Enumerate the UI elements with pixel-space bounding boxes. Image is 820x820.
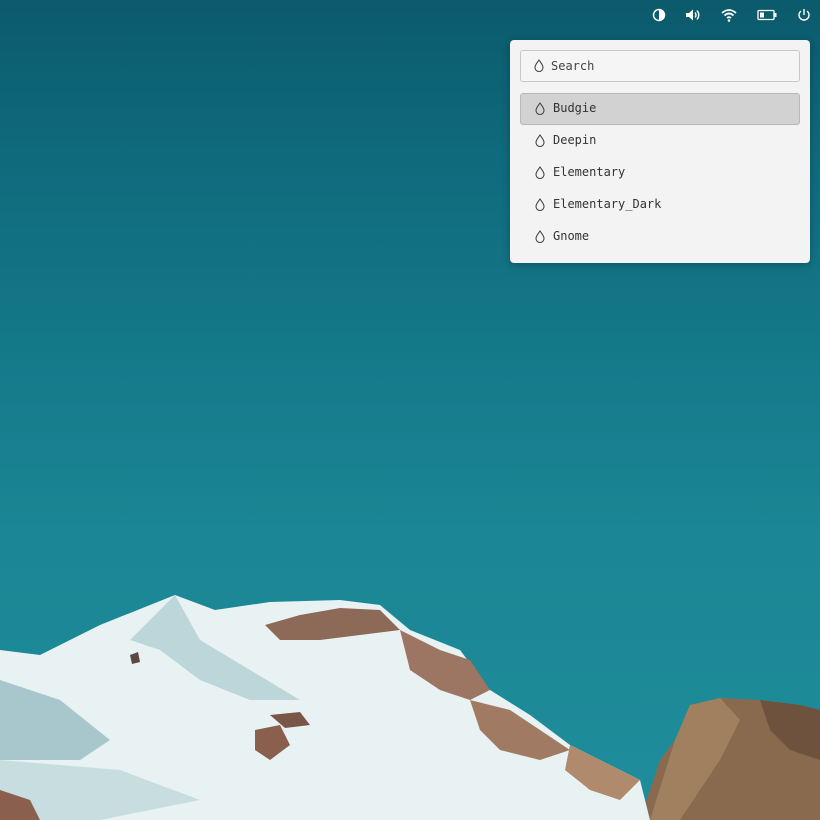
- system-tray: [0, 0, 820, 30]
- search-box[interactable]: [520, 50, 800, 82]
- list-item-budgie[interactable]: Budgie: [520, 93, 800, 125]
- list-item-label: Deepin: [553, 133, 597, 147]
- drop-icon: [534, 102, 546, 116]
- drop-icon: [534, 166, 546, 180]
- drop-icon: [534, 198, 546, 212]
- theme-list: Budgie Deepin Elementary Elementary_Dark…: [520, 93, 800, 253]
- volume-icon[interactable]: [685, 7, 701, 23]
- drop-icon: [533, 59, 545, 73]
- list-item-gnome[interactable]: Gnome: [520, 221, 800, 253]
- wifi-icon[interactable]: [721, 7, 737, 23]
- contrast-icon[interactable]: [651, 7, 667, 23]
- drop-icon: [534, 230, 546, 244]
- list-item-label: Elementary_Dark: [553, 197, 662, 211]
- battery-icon[interactable]: [757, 7, 777, 23]
- theme-selector-popup: Budgie Deepin Elementary Elementary_Dark…: [510, 40, 810, 263]
- search-input[interactable]: [551, 55, 791, 77]
- list-item-label: Elementary: [553, 165, 626, 179]
- list-item-deepin[interactable]: Deepin: [520, 125, 800, 157]
- list-item-label: Gnome: [553, 229, 590, 243]
- drop-icon: [534, 134, 546, 148]
- list-item-elementary-dark[interactable]: Elementary_Dark: [520, 189, 800, 221]
- list-item-label: Budgie: [553, 101, 597, 115]
- power-icon[interactable]: [796, 7, 812, 23]
- list-item-elementary[interactable]: Elementary: [520, 157, 800, 189]
